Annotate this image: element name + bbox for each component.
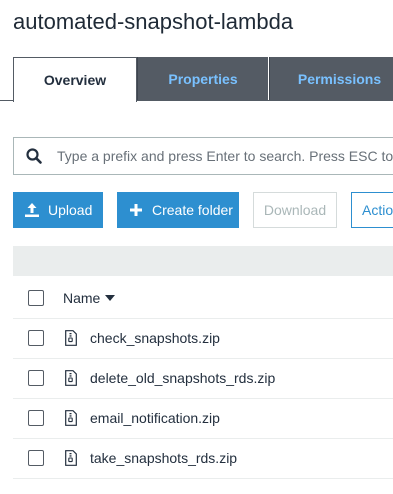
tab-properties[interactable]: Properties (137, 57, 268, 100)
row-checkbox[interactable] (28, 370, 44, 386)
row-checkbox[interactable] (28, 330, 44, 346)
tab-permissions[interactable]: Permissions (269, 57, 393, 100)
zip-file-icon (65, 450, 77, 466)
name-column-label: Name (63, 290, 101, 306)
zip-file-icon (65, 410, 77, 426)
zip-file-icon (65, 330, 77, 346)
tab-bar: Overview Properties Permissions (0, 57, 393, 102)
table-row: check_snapshots.zip (13, 318, 393, 359)
table-header-row: Name (13, 278, 393, 319)
file-name-link[interactable]: take_snapshots_rds.zip (90, 450, 237, 466)
zip-file-icon (65, 370, 77, 386)
table-toolbar-band (13, 246, 393, 276)
table-row: take_snapshots_rds.zip (13, 438, 393, 479)
create-folder-button[interactable]: Create folder (117, 192, 239, 228)
upload-icon (25, 203, 39, 217)
plus-icon (130, 204, 142, 216)
row-checkbox[interactable] (28, 450, 44, 466)
search-input[interactable] (57, 148, 393, 164)
tab-overview[interactable]: Overview (13, 57, 137, 102)
bucket-title: automated-snapshot-lambda (13, 9, 294, 34)
table-row: email_notification.zip (13, 398, 393, 439)
upload-button-label: Upload (48, 202, 93, 218)
name-column-header[interactable]: Name (63, 290, 116, 306)
search-icon (26, 148, 42, 164)
row-checkbox[interactable] (28, 410, 44, 426)
actions-button[interactable]: Actions (351, 192, 393, 228)
file-name-link[interactable]: check_snapshots.zip (90, 330, 220, 346)
create-folder-button-label: Create folder (152, 202, 233, 218)
caret-down-icon (105, 295, 116, 301)
upload-button[interactable]: Upload (13, 192, 103, 228)
table-row: delete_old_snapshots_rds.zip (13, 358, 393, 399)
file-name-link[interactable]: email_notification.zip (90, 410, 220, 426)
search-box (13, 137, 393, 175)
select-all-checkbox[interactable] (28, 290, 44, 306)
file-name-link[interactable]: delete_old_snapshots_rds.zip (90, 370, 275, 386)
download-button[interactable]: Download (253, 192, 337, 228)
